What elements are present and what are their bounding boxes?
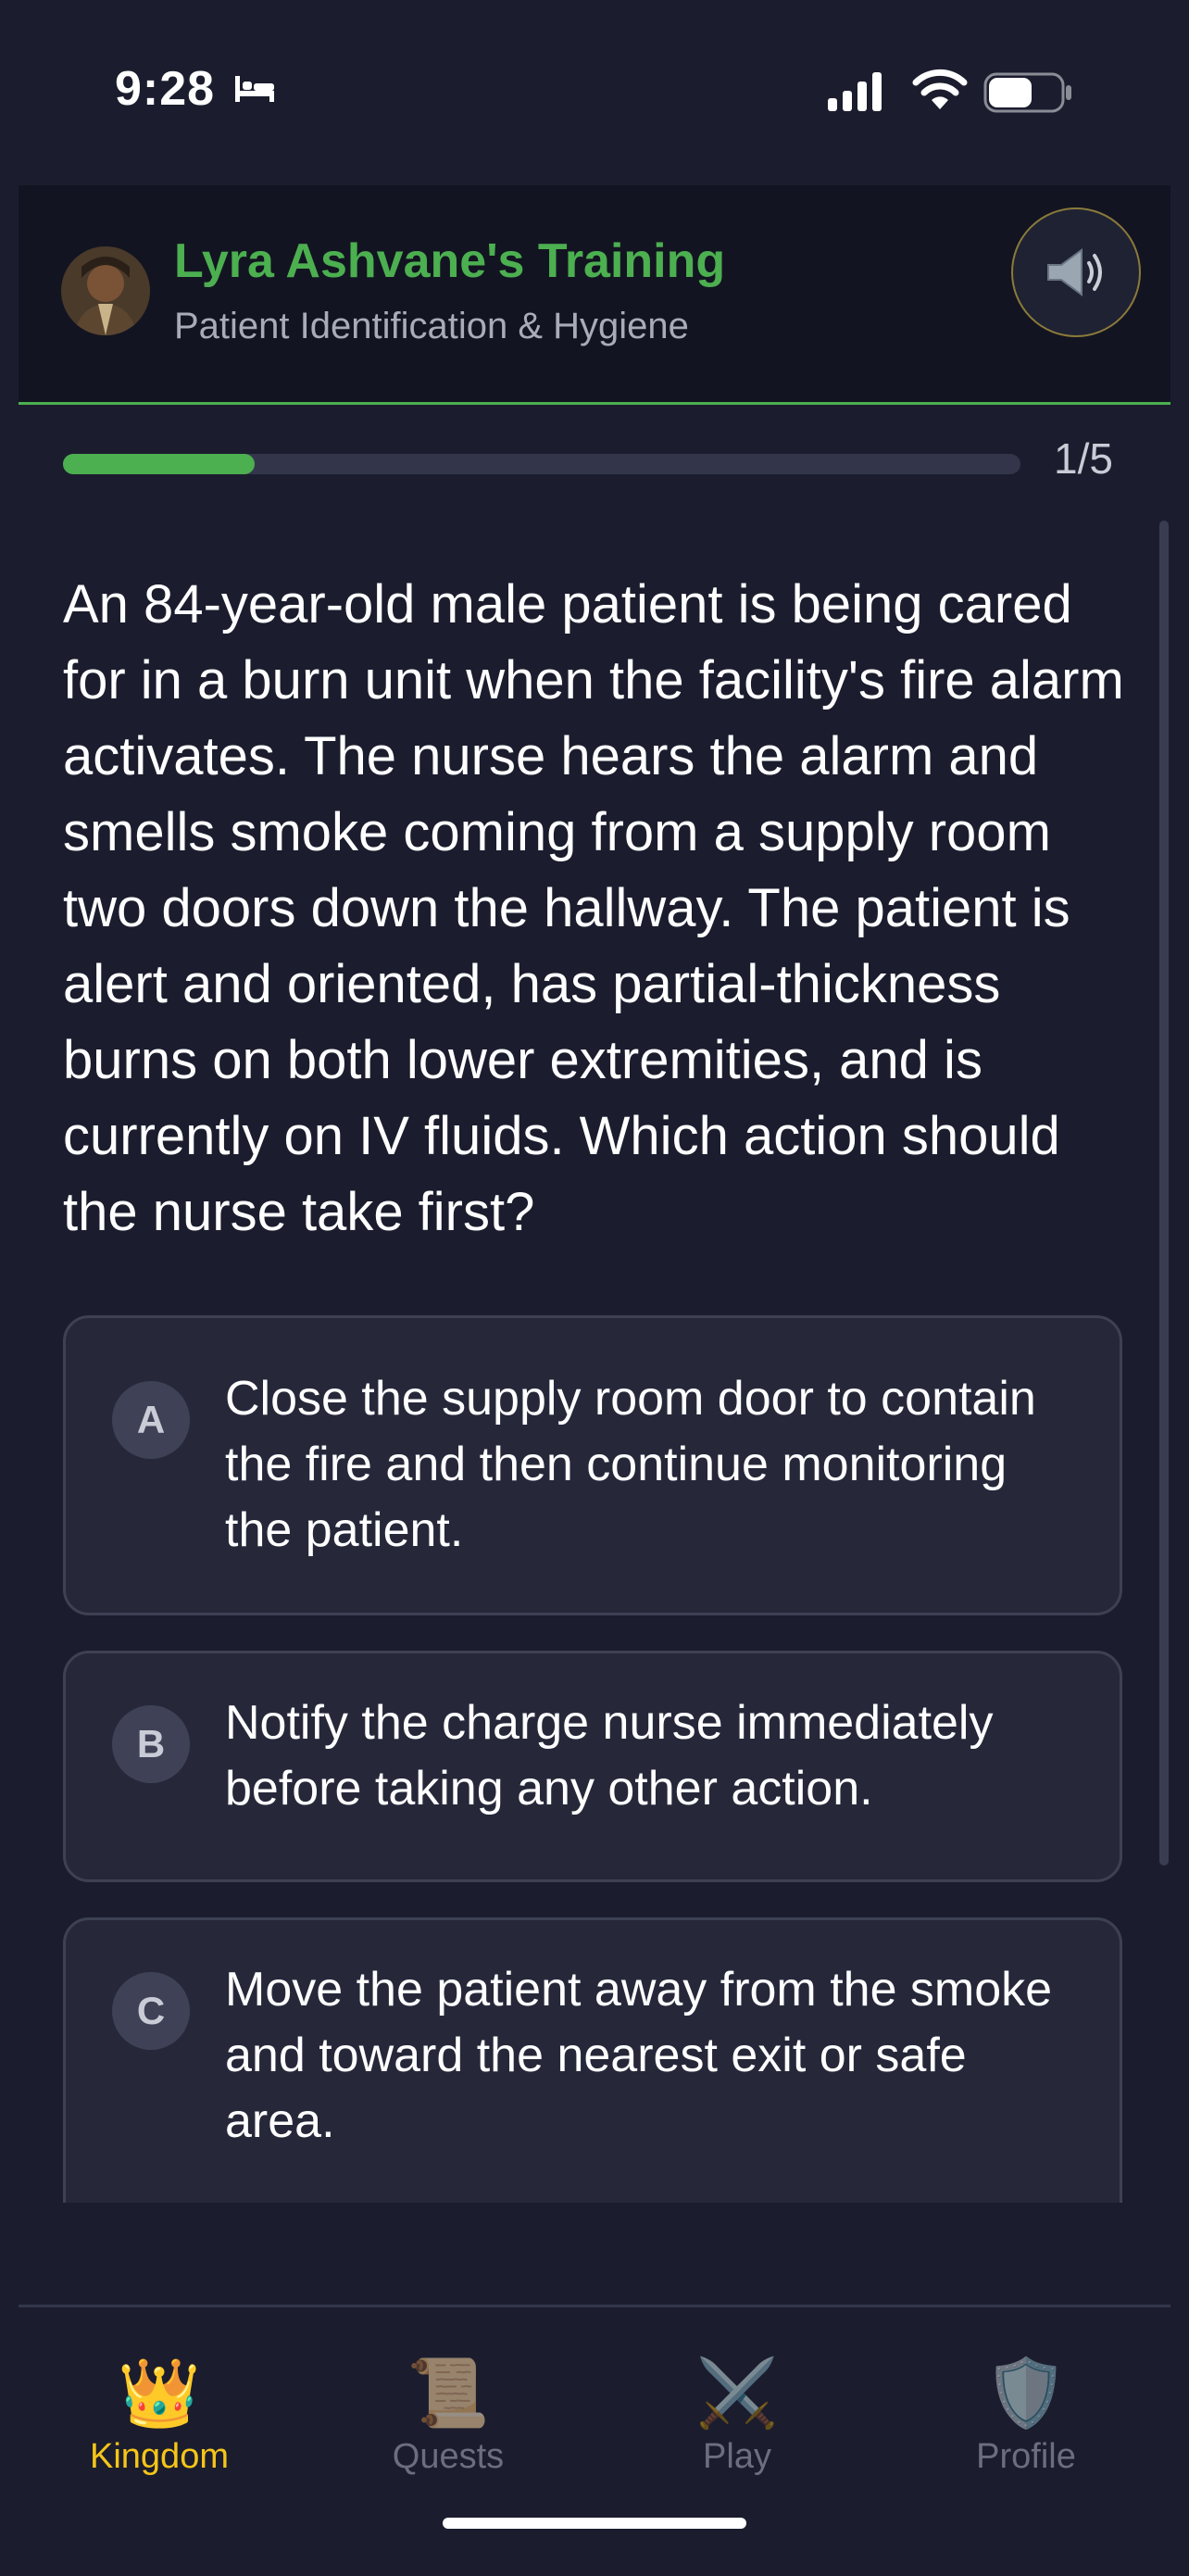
option-letter-badge: B <box>112 1705 190 1783</box>
tab-label: Kingdom <box>90 2437 229 2476</box>
wifi-icon <box>912 69 968 109</box>
trainer-title: Lyra Ashvane's Training <box>174 234 726 288</box>
scroll-icon: 📜 <box>407 2356 490 2431</box>
answer-option-a[interactable]: A Close the supply room door to contain … <box>63 1315 1122 1615</box>
tab-play[interactable]: ⚔️ Play <box>617 2352 857 2477</box>
content-clip <box>0 2203 1189 2305</box>
progress-count: 1/5 <box>1054 434 1113 483</box>
status-bar: 9:28 <box>0 0 1189 185</box>
training-header: Lyra Ashvane's Training Patient Identifi… <box>19 185 1170 405</box>
progress-fill <box>63 454 255 474</box>
tab-quests[interactable]: 📜 Quests <box>328 2352 569 2477</box>
option-text: Close the supply room door to contain th… <box>225 1372 1036 1557</box>
battery-icon <box>983 72 1071 113</box>
bottom-tab-bar: 👑 Kingdom 📜 Quests ⚔️ Play 🛡️ Profile <box>19 2305 1170 2576</box>
option-text: Notify the charge nurse immediately befo… <box>225 1696 994 1816</box>
trainer-avatar <box>61 246 150 335</box>
status-time: 9:28 <box>115 62 216 116</box>
answer-option-b[interactable]: B Notify the charge nurse immediately be… <box>63 1651 1122 1882</box>
option-letter-badge: C <box>112 1972 190 2050</box>
shield-icon: 🛡️ <box>984 2356 1068 2431</box>
home-indicator[interactable] <box>443 2518 746 2529</box>
tab-profile[interactable]: 🛡️ Profile <box>906 2352 1146 2477</box>
sleep-mode-icon <box>235 76 274 102</box>
crown-icon: 👑 <box>118 2356 201 2431</box>
cellular-signal-icon <box>828 72 882 111</box>
audio-button[interactable] <box>1011 207 1141 337</box>
tab-label: Profile <box>976 2437 1076 2476</box>
question-text: An 84-year-old male patient is being car… <box>63 574 1124 1242</box>
training-topic: Patient Identification & Hygiene <box>174 306 689 346</box>
tab-kingdom[interactable]: 👑 Kingdom <box>39 2352 280 2477</box>
tab-label: Quests <box>392 2437 505 2476</box>
progress-bar <box>63 454 1020 474</box>
speaker-icon <box>1047 248 1102 296</box>
option-text: Move the patient away from the smoke and… <box>225 1963 1053 2148</box>
answer-option-c[interactable]: C Move the patient away from the smoke a… <box>63 1917 1122 2232</box>
option-letter-badge: A <box>112 1381 190 1459</box>
crossed-swords-icon: ⚔️ <box>695 2356 779 2431</box>
tab-label: Play <box>703 2437 771 2476</box>
scrollbar[interactable] <box>1159 521 1169 1866</box>
